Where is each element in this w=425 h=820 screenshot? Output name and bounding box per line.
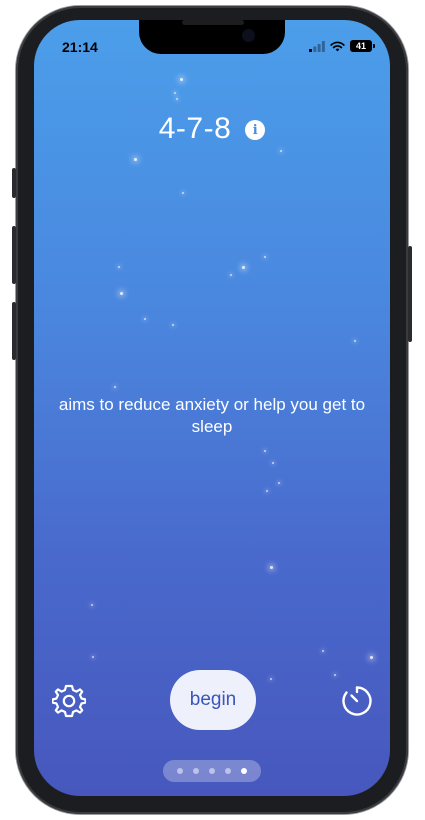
gear-icon[interactable] <box>52 684 86 718</box>
battery-icon: 41 <box>350 40 375 52</box>
power-button <box>408 246 412 342</box>
page-dot-5-active[interactable] <box>241 768 247 774</box>
page-indicator[interactable] <box>163 760 261 782</box>
notch <box>139 20 285 54</box>
page-dot-3[interactable] <box>209 768 215 774</box>
signal-icon <box>309 40 325 52</box>
page-dot-2[interactable] <box>193 768 199 774</box>
speaker-grille <box>182 20 244 25</box>
status-time: 21:14 <box>62 39 98 55</box>
page-dot-1[interactable] <box>177 768 183 774</box>
page-dot-4[interactable] <box>225 768 231 774</box>
front-camera <box>242 29 255 42</box>
volume-down-button <box>12 302 16 360</box>
app-screen: 21:14 41 4-7-8 i aims to reduce anxiety … <box>34 20 390 796</box>
status-icons: 41 <box>309 40 375 52</box>
begin-button[interactable]: begin <box>170 670 256 730</box>
mute-switch <box>12 168 16 198</box>
timer-icon[interactable] <box>340 684 374 718</box>
info-icon[interactable]: i <box>245 120 266 140</box>
exercise-description: aims to reduce anxiety or help you get t… <box>58 395 366 436</box>
exercise-header: 4-7-8 i <box>34 112 390 146</box>
exercise-title: 4-7-8 <box>158 112 232 145</box>
wifi-icon <box>330 41 345 51</box>
volume-up-button <box>12 226 16 284</box>
